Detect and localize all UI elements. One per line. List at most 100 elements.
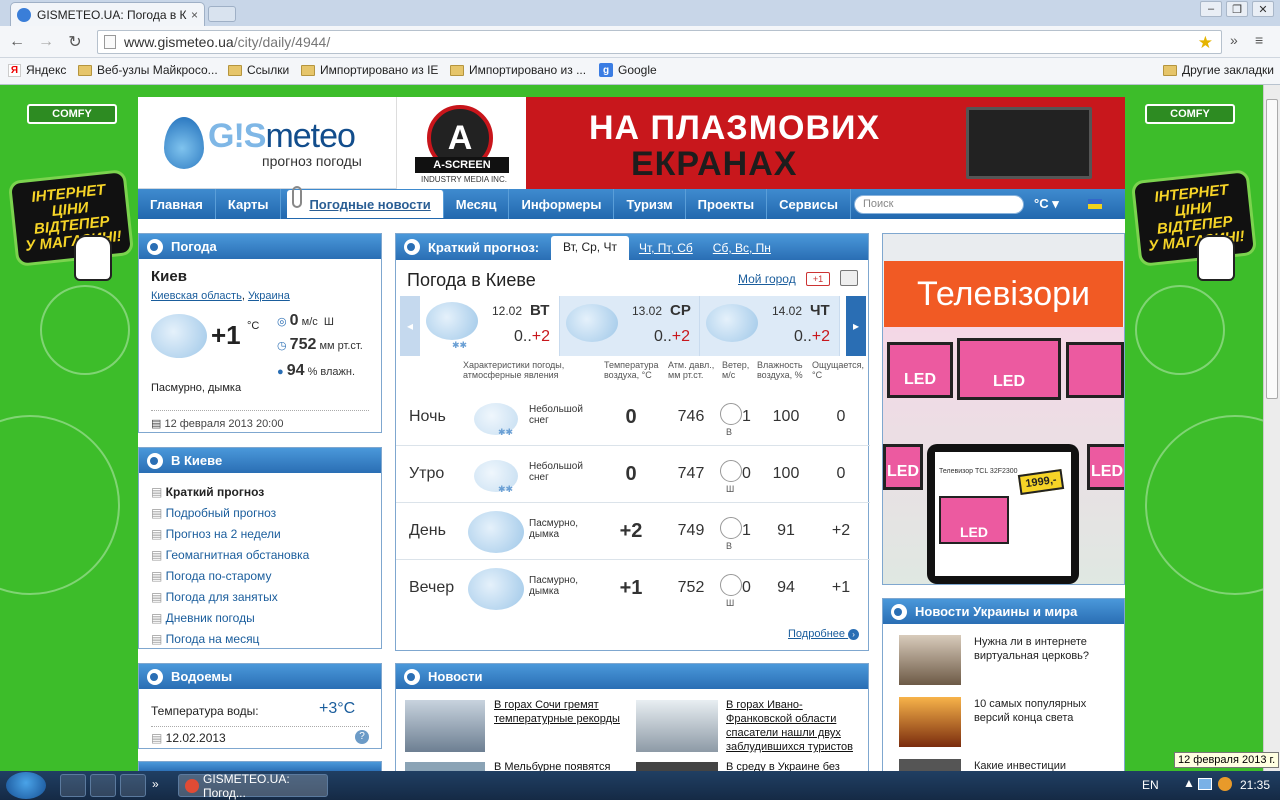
link-brief-forecast[interactable]: ▤ Краткий прогноз (151, 482, 309, 503)
tray-expand-icon[interactable]: ▲ (1183, 776, 1195, 790)
maximize-button[interactable]: ❐ (1226, 1, 1248, 17)
humidity-value: 94 (286, 362, 305, 379)
other-bookmarks[interactable]: Другие закладки (1163, 63, 1274, 77)
nav-projects[interactable]: Проекты (686, 189, 768, 219)
search-input[interactable]: Поиск (854, 195, 1024, 214)
row-wind: 1 (742, 522, 751, 539)
taskbar-window-button[interactable]: GISMETEO.UA: Погод... (178, 771, 328, 800)
reload-icon[interactable]: ↻ (64, 32, 86, 52)
chrome-icon[interactable] (120, 774, 146, 797)
network-icon[interactable] (1198, 778, 1212, 790)
nav-weather-news[interactable]: Погодные новости (287, 186, 444, 218)
browser-tab[interactable]: GISMETEO.UA: Погода в Ки × (10, 2, 205, 26)
new-tab-button[interactable] (208, 6, 236, 22)
back-icon[interactable]: ← (6, 32, 28, 52)
unit-selector[interactable]: °C ▾ (1034, 196, 1059, 212)
current-weather-box: Погода Киев Киевская область, Украина +1… (138, 233, 382, 433)
scroll-thumb[interactable] (1266, 99, 1278, 399)
update-icon[interactable] (1218, 777, 1232, 791)
ukraine-flag-icon[interactable] (1088, 199, 1102, 209)
row-humidity: 100 (772, 408, 800, 425)
minimize-button[interactable]: – (1200, 1, 1222, 17)
close-tab-icon[interactable]: × (191, 8, 198, 22)
close-window-button[interactable]: ✕ (1252, 1, 1274, 17)
forecast-row: Ночь ✱✱ Небольшой снег 0 746 В 1 100 0 (396, 389, 870, 446)
link-busy[interactable]: ▤ Погода для занятых (151, 587, 309, 608)
link-old-style[interactable]: ▤ Погода по-старому (151, 566, 309, 587)
bookmark-folder[interactable]: Ссылки (228, 63, 289, 77)
bookmark-yandex[interactable]: Я Яндекс (8, 63, 66, 77)
forward-icon[interactable]: → (35, 32, 57, 52)
wrench-menu-icon[interactable]: ≡ (1255, 32, 1263, 48)
news-thumbnail[interactable] (899, 697, 961, 747)
start-button[interactable] (6, 772, 46, 799)
tab-thu-fri-sat[interactable]: Чт, Пт, Сб (629, 241, 703, 255)
address-bar[interactable]: www.gismeteo.ua/city/daily/4944/ ★ (97, 30, 1222, 54)
bookmark-google[interactable]: g Google (599, 63, 657, 77)
bookmark-star-icon[interactable]: ★ (1198, 33, 1213, 53)
news-link[interactable]: Нужна ли в интернете виртуальная церковь… (974, 635, 1114, 663)
right-side-ad[interactable]: COMFY ІНТЕРНЕТ ЦІНИ ВІДТЕПЕР У МАГАЗИНІ! (1125, 85, 1263, 771)
day-strip: ◂ ✱✱ 12.02 ВТ 0..+2 13.02 СР 0..+2 14.02… (400, 296, 866, 356)
col-header: Характеристики погоды, атмосферные явлен… (463, 360, 565, 380)
tv-ad[interactable]: Телевізори LED LED LED LED Телевизор TCL… (882, 233, 1125, 585)
day-cell[interactable]: 13.02 СР 0..+2 (560, 296, 700, 356)
bookmark-folder[interactable]: Импортировано из IE (301, 63, 438, 77)
nav-tourism[interactable]: Туризм (614, 189, 686, 219)
tab-tue-wed-thu[interactable]: Вт, Ср, Чт (551, 236, 629, 260)
link-month[interactable]: ▤ Погода на месяц (151, 629, 309, 650)
print-icon[interactable] (840, 270, 858, 286)
news-thumbnail[interactable] (405, 700, 485, 752)
row-wind: 0 (742, 465, 751, 482)
extensions-chevron-icon[interactable]: » (1230, 32, 1238, 48)
day-cell[interactable]: 14.02 ЧТ 0..+2 (700, 296, 840, 356)
range-low: 0.. (794, 328, 812, 345)
bookmark-folder[interactable]: Веб-узлы Майкросо... (78, 63, 218, 77)
next-arrow-icon[interactable]: ▸ (846, 296, 866, 356)
day-cell[interactable]: ✱✱ 12.02 ВТ 0..+2 (420, 296, 560, 356)
link-geomagnetic[interactable]: ▤ Геомагнитная обстановка (151, 545, 309, 566)
link-diary[interactable]: ▤ Дневник погоды (151, 608, 309, 629)
news-thumbnail[interactable] (899, 635, 961, 685)
water-temp: +3°C (319, 700, 356, 717)
nav-services[interactable]: Сервисы (767, 189, 851, 219)
gismeteo-logo[interactable]: G!Smeteo прогноз погоды (164, 115, 376, 175)
help-icon[interactable]: ? (355, 730, 369, 744)
nav-month[interactable]: Месяц (444, 189, 510, 219)
clock[interactable]: 21:35 (1240, 778, 1270, 792)
show-desktop-icon[interactable] (60, 774, 86, 797)
wind-value: 0 (289, 312, 299, 329)
range-low: 0.. (654, 328, 672, 345)
nav-home[interactable]: Главная (138, 189, 216, 219)
news-link[interactable]: В горах Сочи гремят температурные рекорд… (494, 698, 634, 726)
my-city-link[interactable]: Мой город (738, 272, 796, 286)
google-plus-button[interactable]: +1 (806, 272, 830, 286)
language-indicator[interactable]: EN (1142, 778, 1159, 792)
region-link[interactable]: Киевская область (151, 290, 242, 302)
news-thumbnail[interactable] (636, 700, 718, 752)
more-link[interactable]: Подробнее › (788, 628, 860, 640)
left-side-ad[interactable]: COMFY ІНТЕРНЕТ ЦІНИ ВІДТЕПЕР У МАГАЗИНІ! (0, 85, 138, 771)
gismeteo-page: G!Smeteo прогноз погоды A A-SCREEN INDUS… (138, 97, 1125, 773)
chevron-icon[interactable]: » (152, 777, 159, 791)
nav-informers[interactable]: Информеры (509, 189, 615, 219)
bookmark-folder[interactable]: Импортировано из ... (450, 63, 586, 77)
bullet-icon: ▤ (151, 485, 166, 499)
media-player-icon[interactable] (90, 774, 116, 797)
news-link[interactable]: 10 самых популярных версий конца света (974, 697, 1114, 725)
link-two-weeks[interactable]: ▤ Прогноз на 2 недели (151, 524, 309, 545)
plasma-banner-ad[interactable]: НА ПЛАЗМОВИХ ЕКРАНАХ (526, 97, 1125, 189)
link-detailed-forecast[interactable]: ▤ Подробный прогноз (151, 503, 309, 524)
led-tv-image (1066, 342, 1124, 398)
news-link[interactable]: В горах Ивано-Франковской области спасат… (726, 698, 866, 754)
prev-arrow-icon[interactable]: ◂ (400, 296, 420, 356)
logo-brand-a: G!S (208, 117, 266, 155)
tab-sat-sun-mon[interactable]: Сб, Вс, Пн (703, 241, 781, 255)
country-link[interactable]: Украина (248, 290, 290, 302)
promo-badge: ІНТЕРНЕТ ЦІНИ ВІДТЕПЕР У МАГАЗИНІ! (7, 169, 135, 267)
nav-maps[interactable]: Карты (216, 189, 282, 219)
vertical-scrollbar[interactable] (1263, 85, 1280, 771)
logo-brand-b: meteo (265, 117, 355, 155)
taskbar-window-title: GISMETEO.UA: Погод... (203, 771, 290, 800)
ascreen-ad[interactable]: A A-SCREEN INDUSTRY MEDIA INC. (396, 97, 526, 189)
